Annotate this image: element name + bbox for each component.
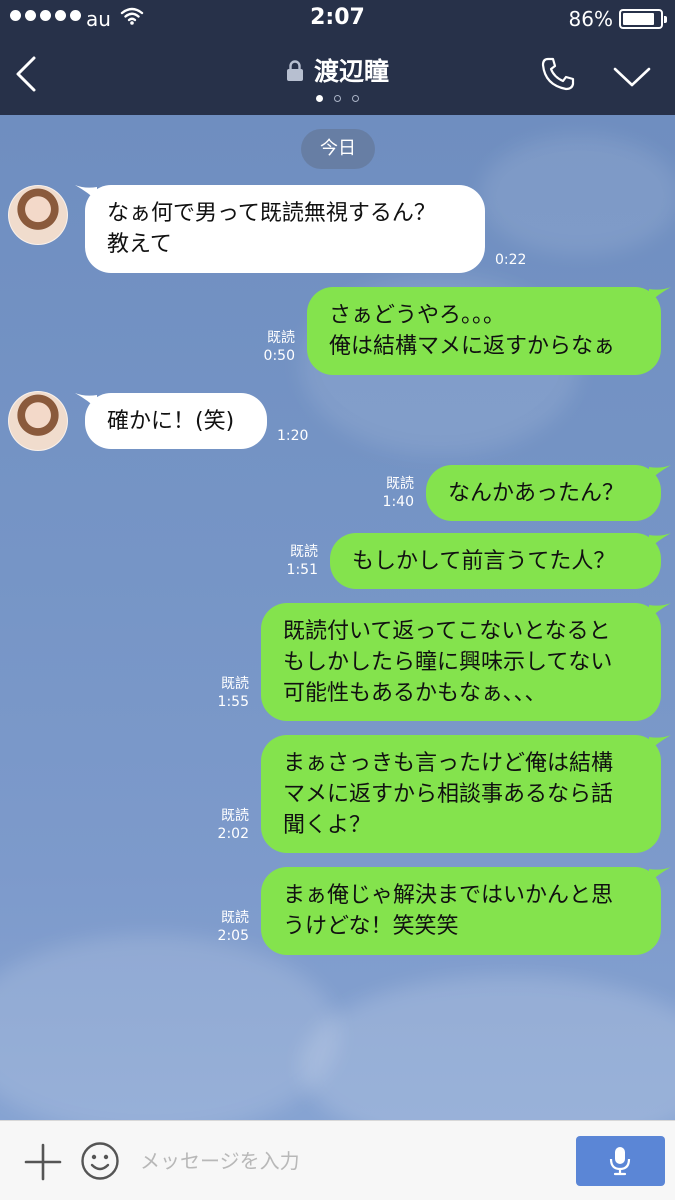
message-text: 確かに！(笑) <box>107 408 235 434</box>
background-cloud <box>480 135 675 255</box>
avatar[interactable] <box>8 391 68 451</box>
chevron-down-icon[interactable] <box>612 64 652 90</box>
read-receipt: 既読 <box>290 544 318 560</box>
chat-partner-name: 渡辺瞳 <box>313 57 389 86</box>
date-separator: 今日 <box>301 129 375 169</box>
microphone-icon <box>609 1147 631 1176</box>
incoming-message-bubble[interactable]: 確かに！(笑) <box>75 393 267 449</box>
outgoing-message-bubble[interactable]: まぁさっきも言ったけど俺は結構 マメに返すから相談事あるなら話 聞くよ？ <box>261 735 671 853</box>
message-text: まぁさっきも言ったけど俺は結構 マメに返すから相談事あるなら話 聞くよ？ <box>283 750 614 838</box>
message-time: 1:51 <box>286 562 318 578</box>
bubble-tail <box>75 185 97 201</box>
message-meta: 既読 1:40 <box>383 475 414 511</box>
message-meta: 1:20 <box>277 427 308 445</box>
read-receipt: 既読 <box>267 330 295 346</box>
background-cloud <box>0 935 340 1120</box>
message-text: もしかして前言うてた人？ <box>352 548 616 574</box>
message-time: 1:40 <box>382 494 414 510</box>
message-input[interactable] <box>140 1141 560 1181</box>
message-text: なんかあったん？ <box>448 480 625 506</box>
message-time: 1:20 <box>277 428 309 444</box>
page-dot <box>316 95 323 102</box>
read-receipt: 既読 <box>221 676 249 692</box>
phone-icon[interactable] <box>540 56 576 92</box>
outgoing-message-bubble[interactable]: さぁどうやろ。。。 俺は結構マメに返すからなぁ <box>307 287 671 375</box>
bubble-tail <box>75 393 97 409</box>
message-time: 1:55 <box>217 694 249 710</box>
status-bar: au 2:07 86% <box>0 0 675 38</box>
background-cloud <box>300 975 675 1120</box>
message-meta: 既読 2:05 <box>218 909 249 945</box>
bubble-tail <box>649 603 671 619</box>
avatar[interactable] <box>8 185 68 245</box>
message-meta: 0:22 <box>495 251 526 269</box>
message-text: まぁ俺じゃ解決まではいかんと思 うけどな！笑笑笑 <box>283 883 614 939</box>
message-meta: 既読 0:50 <box>264 329 295 365</box>
message-meta: 既読 1:51 <box>287 543 318 579</box>
battery-icon <box>619 9 667 29</box>
message-time: 0:22 <box>495 252 527 268</box>
message-text: なぁ何で男って既読無視するん？ 教えて <box>107 201 436 257</box>
lock-icon <box>286 60 303 81</box>
bubble-tail <box>649 867 671 883</box>
input-bar <box>0 1120 675 1200</box>
top-bar: au 2:07 86% 渡辺瞳 <box>0 0 675 115</box>
message-meta: 既読 2:02 <box>218 807 249 843</box>
smiley-icon[interactable] <box>80 1141 120 1181</box>
bubble-tail <box>649 287 671 303</box>
message-text: さぁどうやろ。。。 俺は結構マメに返すからなぁ <box>329 303 616 359</box>
microphone-button[interactable] <box>576 1136 665 1186</box>
bubble-tail <box>649 735 671 751</box>
message-time: 0:50 <box>263 348 295 364</box>
battery-percentage: 86% <box>568 7 613 31</box>
read-receipt: 既読 <box>221 808 249 824</box>
page-indicator <box>0 95 675 102</box>
chat-area[interactable]: 今日 なぁ何で男って既読無視するん？ 教えて 0:22 さぁどうやろ。。。 俺は結構… <box>0 115 675 1120</box>
message-time: 2:02 <box>217 826 249 842</box>
page-dot <box>334 95 341 102</box>
incoming-message-bubble[interactable]: なぁ何で男って既読無視するん？ 教えて <box>75 185 485 273</box>
outgoing-message-bubble[interactable]: もしかして前言うてた人？ <box>330 533 671 589</box>
message-text: 既読付いて返ってこないとなると もしかしたら瞳に興味示してない 可能性もあるかも… <box>283 618 613 706</box>
read-receipt: 既読 <box>386 476 414 492</box>
message-meta: 既読 1:55 <box>218 675 249 711</box>
outgoing-message-bubble[interactable]: なんかあったん？ <box>426 465 671 521</box>
outgoing-message-bubble[interactable]: まぁ俺じゃ解決まではいかんと思 うけどな！笑笑笑 <box>261 867 671 955</box>
read-receipt: 既読 <box>221 910 249 926</box>
plus-icon[interactable] <box>24 1143 62 1181</box>
page-dot <box>352 95 359 102</box>
outgoing-message-bubble[interactable]: 既読付いて返ってこないとなると もしかしたら瞳に興味示してない 可能性もあるかも… <box>261 603 671 721</box>
message-time: 2:05 <box>217 928 249 944</box>
bubble-tail <box>649 533 671 549</box>
bubble-tail <box>649 465 671 481</box>
